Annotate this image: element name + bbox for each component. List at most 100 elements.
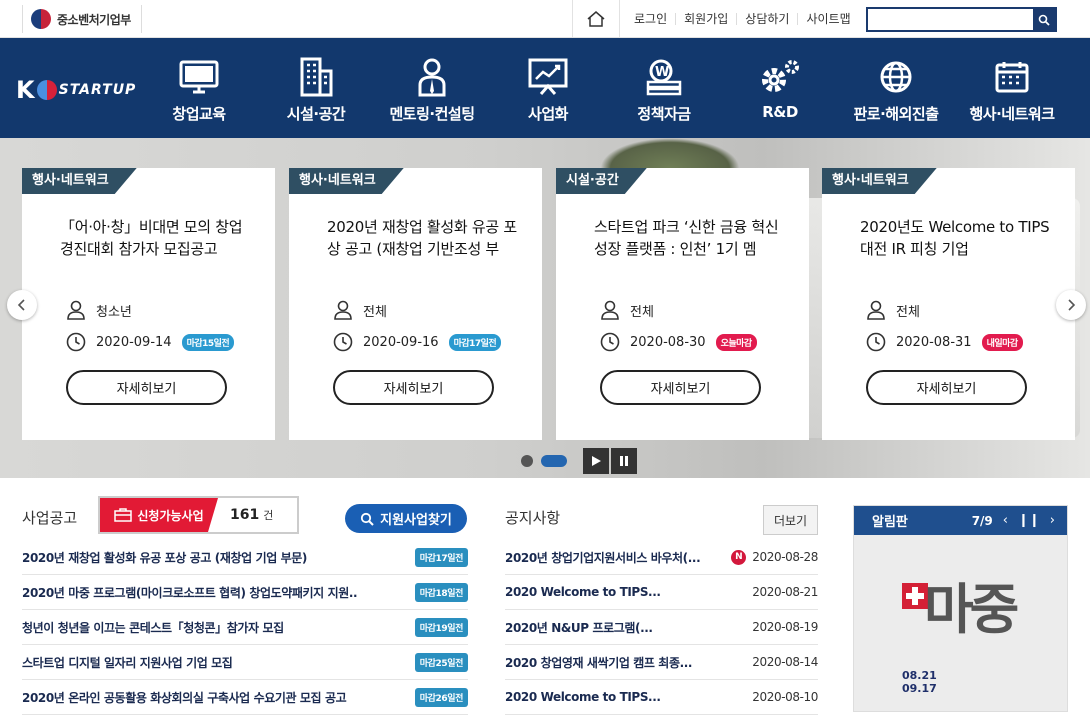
business-list: 2020년 재창업 활성화 유공 포상 공고 (재창업 기업 부문) 마감17일전… [22, 540, 468, 715]
detail-button[interactable]: 자세히보기 [66, 370, 227, 405]
notice-item-date: 2020-08-14 [752, 655, 818, 669]
available-tag: 신청가능사업 [100, 498, 218, 532]
detail-button[interactable]: 자세히보기 [866, 370, 1027, 405]
card-category: 시설·공간 [556, 168, 647, 194]
home-button[interactable] [572, 0, 620, 38]
business-item-title[interactable]: 2020년 온라인 공동활용 화상회의실 구축사업 수요기관 모집 공고 [22, 689, 347, 706]
find-support-button[interactable]: 지원사업찾기 [345, 504, 467, 533]
search-input[interactable] [868, 9, 1033, 30]
signup-link[interactable]: 회원가입 [676, 13, 738, 25]
logo-circle-icon [36, 80, 57, 100]
card-title[interactable]: 「어·아·창」비대면 모의 창업경진대회 참가자 모집공고 [60, 216, 250, 260]
clock-icon [66, 332, 86, 352]
nav-item-facility[interactable]: 시설·공간 [251, 38, 381, 124]
notice-item-title[interactable]: 2020년 창업기업지원서비스 바우처(... [505, 549, 701, 566]
card-title[interactable]: 스타트업 파크 ‘신한 금융 혁신성장 플랫폼 : 인천’ 1기 멤 [594, 216, 784, 260]
nav-item-education[interactable]: 창업교육 [134, 38, 264, 124]
notice-item[interactable]: 2020 Welcome to TIPS... 2020-08-21 [505, 575, 818, 610]
business-item[interactable]: 2020년 마중 프로그램(마이크로소프트 협력) 창업도약패키지 지원.. 마감… [22, 575, 468, 610]
sitemap-link[interactable]: 사이트맵 [798, 13, 858, 25]
slide-card[interactable]: 행사·네트워크 2020년도 Welcome to TIPS 대전 IR 피칭 … [822, 168, 1075, 440]
slider-next-button[interactable] [1056, 290, 1086, 320]
notice-item[interactable]: 2020년 N&UP 프로그램(... 2020-08-19 [505, 610, 818, 645]
business-item-title[interactable]: 2020년 마중 프로그램(마이크로소프트 협력) 창업도약패키지 지원.. [22, 584, 358, 601]
notice-item-title[interactable]: 2020 Welcome to TIPS... [505, 690, 661, 704]
notice-item[interactable]: 2020년 창업기업지원서비스 바우처(... N 2020-08-28 [505, 540, 818, 575]
detail-button[interactable]: 자세히보기 [333, 370, 494, 405]
business-item-title[interactable]: 스타트업 디지털 일자리 지원사업 기업 모집 [22, 654, 233, 671]
slider-play-button[interactable] [583, 448, 609, 474]
kstartup-logo[interactable]: K STARTUP [16, 76, 136, 104]
ministry-emblem-icon [31, 9, 51, 29]
search-icon [361, 512, 374, 526]
business-item[interactable]: 청년이 청년을 이끄는 콘테스트「청청콘」참가자 모집 마감19일전 [22, 610, 468, 645]
utility-links: 로그인 회원가입 상담하기 사이트맵 [572, 0, 859, 38]
nav-item-commercialization[interactable]: 사업화 [483, 38, 613, 124]
deadline-badge: 내일마감 [981, 333, 1023, 351]
poster-date-end: 09.17 [902, 682, 937, 695]
building-icon [300, 57, 333, 97]
card-target-text: 전체 [896, 304, 920, 320]
hero-slider: 행사·네트워크 「어·아·창」비대면 모의 창업경진대회 참가자 모집공고 청소… [0, 138, 1090, 478]
slider-dot[interactable] [521, 455, 533, 467]
card-category: 행사·네트워크 [289, 168, 404, 194]
notice-item-date: 2020-08-28 [752, 550, 818, 564]
available-business-box[interactable]: 신청가능사업 161 건 [98, 496, 299, 534]
slide-card[interactable]: 시설·공간 스타트업 파크 ‘신한 금융 혁신성장 플랫폼 : 인천’ 1기 멤… [556, 168, 809, 440]
card-date: 2020-08-30 오늘마감 [600, 332, 757, 352]
slide-card[interactable]: 행사·네트워크 2020년 재창업 활성화 유공 포상 공고 (재창업 기반조성… [289, 168, 542, 440]
clock-icon [333, 332, 353, 352]
ministry-link[interactable]: 중소벤처기업부 [22, 5, 142, 33]
notice-item[interactable]: 2020 Welcome to TIPS... 2020-08-10 [505, 680, 818, 715]
deadline-badge: 마감15일전 [181, 333, 235, 351]
slide-card[interactable]: 행사·네트워크 「어·아·창」비대면 모의 창업경진대회 참가자 모집공고 청소… [22, 168, 275, 440]
nav-item-policy-fund[interactable]: W 정책자금 [599, 38, 729, 124]
nav-item-events[interactable]: 행사·네트워크 [947, 38, 1077, 124]
nav-item-overseas[interactable]: 판로·해외진출 [831, 38, 961, 124]
chevron-left-icon [17, 299, 25, 311]
nav-item-rnd[interactable]: R&D [715, 38, 845, 121]
notice-item-title[interactable]: 2020 Welcome to TIPS... [505, 585, 661, 599]
alarm-next-icon[interactable]: › [1050, 513, 1055, 528]
card-date-text: 2020-09-14 [96, 334, 172, 350]
notice-item[interactable]: 2020 창업영재 새싹기업 캠프 최종... 2020-08-14 [505, 645, 818, 680]
alarm-pause-icon[interactable]: ❙❙ [1018, 513, 1040, 528]
detail-button[interactable]: 자세히보기 [600, 370, 761, 405]
business-item-title[interactable]: 2020년 재창업 활성화 유공 포상 공고 (재창업 기업 부문) [22, 549, 307, 566]
notice-item-title[interactable]: 2020 창업영재 새싹기업 캠프 최종... [505, 654, 692, 671]
monitor-icon [179, 60, 219, 94]
consult-link[interactable]: 상담하기 [737, 13, 799, 25]
business-item[interactable]: 2020년 재창업 활성화 유공 포상 공고 (재창업 기업 부문) 마감17일전 [22, 540, 468, 575]
svg-text:W: W [655, 65, 669, 80]
nav-item-mentoring[interactable]: 멘토링·컨설팅 [367, 38, 497, 124]
notice-more-button[interactable]: 더보기 [763, 505, 818, 535]
new-badge: N [731, 549, 747, 565]
card-target: 전체 [333, 300, 387, 320]
notice-item-title[interactable]: 2020년 N&UP 프로그램(... [505, 619, 653, 636]
card-title[interactable]: 2020년 재창업 활성화 유공 포상 공고 (재창업 기반조성 부 [327, 216, 517, 260]
find-support-label: 지원사업찾기 [380, 513, 452, 528]
card-date-text: 2020-08-30 [630, 334, 706, 350]
slider-prev-button[interactable] [7, 290, 37, 320]
alarm-prev-icon[interactable]: ‹ [1003, 513, 1008, 528]
search-box [866, 7, 1057, 32]
login-link[interactable]: 로그인 [626, 13, 677, 25]
card-title[interactable]: 2020년도 Welcome to TIPS 대전 IR 피칭 기업 [860, 216, 1050, 260]
card-category: 행사·네트워크 [822, 168, 937, 194]
business-item[interactable]: 스타트업 디지털 일자리 지원사업 기업 모집 마감25일전 [22, 645, 468, 680]
slider-dot-active[interactable] [541, 455, 567, 467]
business-item[interactable]: 2020년 온라인 공동활용 화상회의실 구축사업 수요기관 모집 공고 마감26… [22, 680, 468, 715]
alarm-title: 알림판 [872, 515, 908, 530]
money-icon: W [646, 59, 682, 96]
person-icon [867, 300, 885, 320]
play-icon [592, 456, 601, 466]
nav-label: 행사·네트워크 [969, 105, 1056, 123]
nav-label: 멘토링·컨설팅 [389, 105, 476, 123]
alarm-poster[interactable]: 마중 08.21 09.17 [854, 535, 1067, 711]
alarm-page-indicator: 7/9 [971, 513, 993, 528]
slider-pause-button[interactable] [611, 448, 637, 474]
search-button[interactable] [1033, 9, 1055, 30]
alarm-board: 알림판 7/9 ‹ ❙❙ › 마중 08.21 09.17 [853, 505, 1068, 712]
card-target-text: 전체 [630, 304, 654, 320]
business-item-title[interactable]: 청년이 청년을 이끄는 콘테스트「청청콘」참가자 모집 [22, 619, 284, 636]
